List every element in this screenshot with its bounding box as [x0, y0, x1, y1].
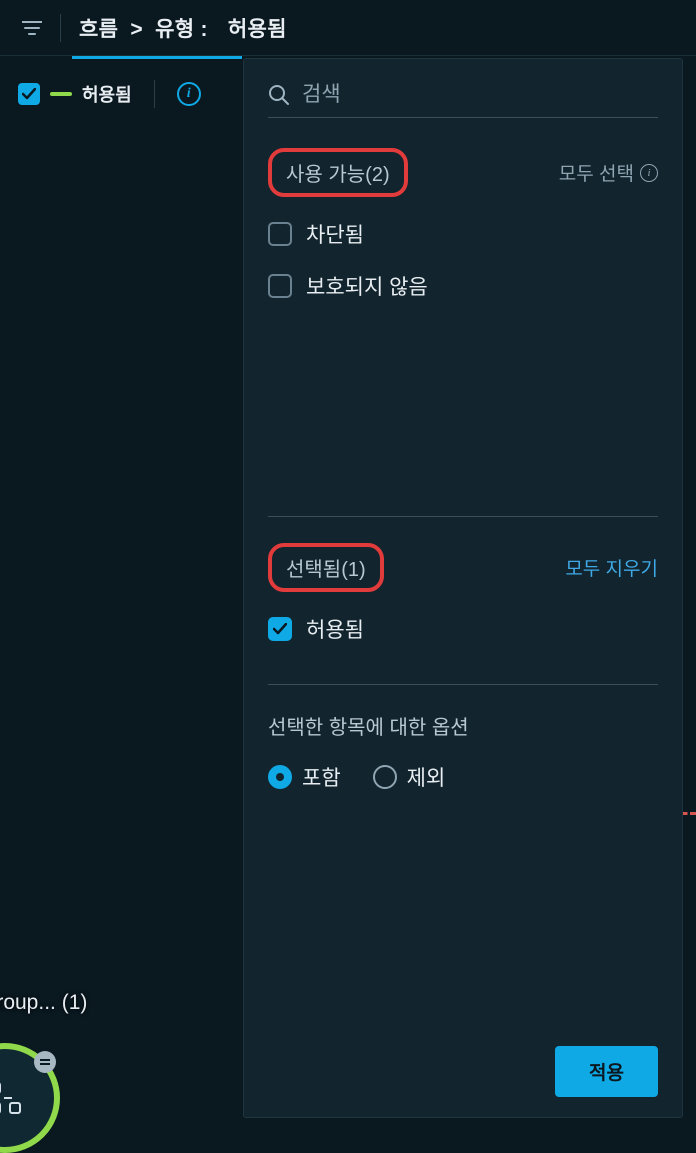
breadcrumb-sep: > — [130, 18, 143, 41]
option-allowed[interactable]: 허용됨 — [268, 614, 658, 644]
check-icon — [18, 83, 40, 105]
breadcrumb-type[interactable]: 유형 : — [155, 18, 208, 41]
available-options: 차단됨 보호되지 않음 — [268, 219, 658, 301]
group-node-icon — [0, 1081, 22, 1115]
options-for-selected-title: 선택한 항목에 대한 옵션 — [268, 711, 658, 740]
breadcrumb-value[interactable]: 허용됨 — [228, 18, 287, 41]
breadcrumb-flow[interactable]: 흐름 — [79, 18, 118, 41]
selected-options: 허용됨 — [268, 614, 658, 644]
selected-title: 선택됨(1) — [268, 543, 384, 592]
apply-button[interactable]: 적용 — [555, 1046, 658, 1097]
breadcrumb: 흐름 > 유형 : 허용됨 — [79, 13, 287, 43]
available-title: 사용 가능(2) — [268, 148, 408, 197]
radio-unselected-icon — [373, 765, 397, 789]
radio-label: 포함 — [302, 762, 341, 792]
include-exclude-radios: 포함 제외 — [268, 762, 658, 792]
select-all-label: 모두 선택 — [559, 159, 634, 186]
option-blocked[interactable]: 차단됨 — [268, 219, 658, 249]
chip-divider — [154, 80, 155, 108]
radio-label: 제외 — [407, 762, 446, 792]
checkbox-unchecked[interactable] — [268, 274, 292, 298]
filter-icon[interactable] — [18, 14, 46, 42]
divider — [268, 516, 658, 517]
option-label: 허용됨 — [306, 614, 364, 644]
search-icon — [268, 84, 290, 106]
checkbox-checked[interactable] — [268, 617, 292, 641]
option-label: 보호되지 않음 — [306, 271, 428, 301]
group-node[interactable] — [0, 1043, 60, 1153]
chip-label: 허용됨 — [82, 81, 132, 107]
graph-decoration: Group... (1) — [0, 973, 240, 1133]
available-empty-space — [268, 321, 658, 496]
info-icon[interactable]: i — [177, 82, 201, 106]
apply-row: 적용 — [268, 1046, 658, 1097]
search-input[interactable] — [302, 83, 658, 107]
option-label: 차단됨 — [306, 219, 364, 249]
clear-all-action[interactable]: 모두 지우기 — [565, 554, 658, 581]
radio-include[interactable]: 포함 — [268, 762, 341, 792]
checkbox-unchecked[interactable] — [268, 222, 292, 246]
info-icon: i — [640, 164, 658, 182]
topbar-divider — [60, 14, 61, 42]
radio-selected-icon — [268, 765, 292, 789]
chip-allowed[interactable]: 허용됨 — [18, 81, 132, 107]
selected-header: 선택됨(1) 모두 지우기 — [268, 543, 658, 592]
group-node-label: Group... (1) — [0, 991, 87, 1015]
clear-all-label: 모두 지우기 — [565, 554, 658, 581]
search-row — [268, 83, 658, 118]
option-unprotected[interactable]: 보호되지 않음 — [268, 271, 658, 301]
type-filter-dropdown: 사용 가능(2) 모두 선택 i 차단됨 보호되지 않음 선택됨(1) 모두 지… — [243, 58, 683, 1118]
node-badge-icon — [34, 1051, 56, 1073]
topbar: 흐름 > 유형 : 허용됨 — [0, 0, 696, 56]
radio-exclude[interactable]: 제외 — [373, 762, 446, 792]
divider — [268, 684, 658, 685]
active-underline — [72, 56, 242, 59]
select-all-action[interactable]: 모두 선택 i — [559, 159, 658, 186]
available-header: 사용 가능(2) 모두 선택 i — [268, 148, 658, 197]
allowed-color-swatch — [50, 92, 72, 96]
